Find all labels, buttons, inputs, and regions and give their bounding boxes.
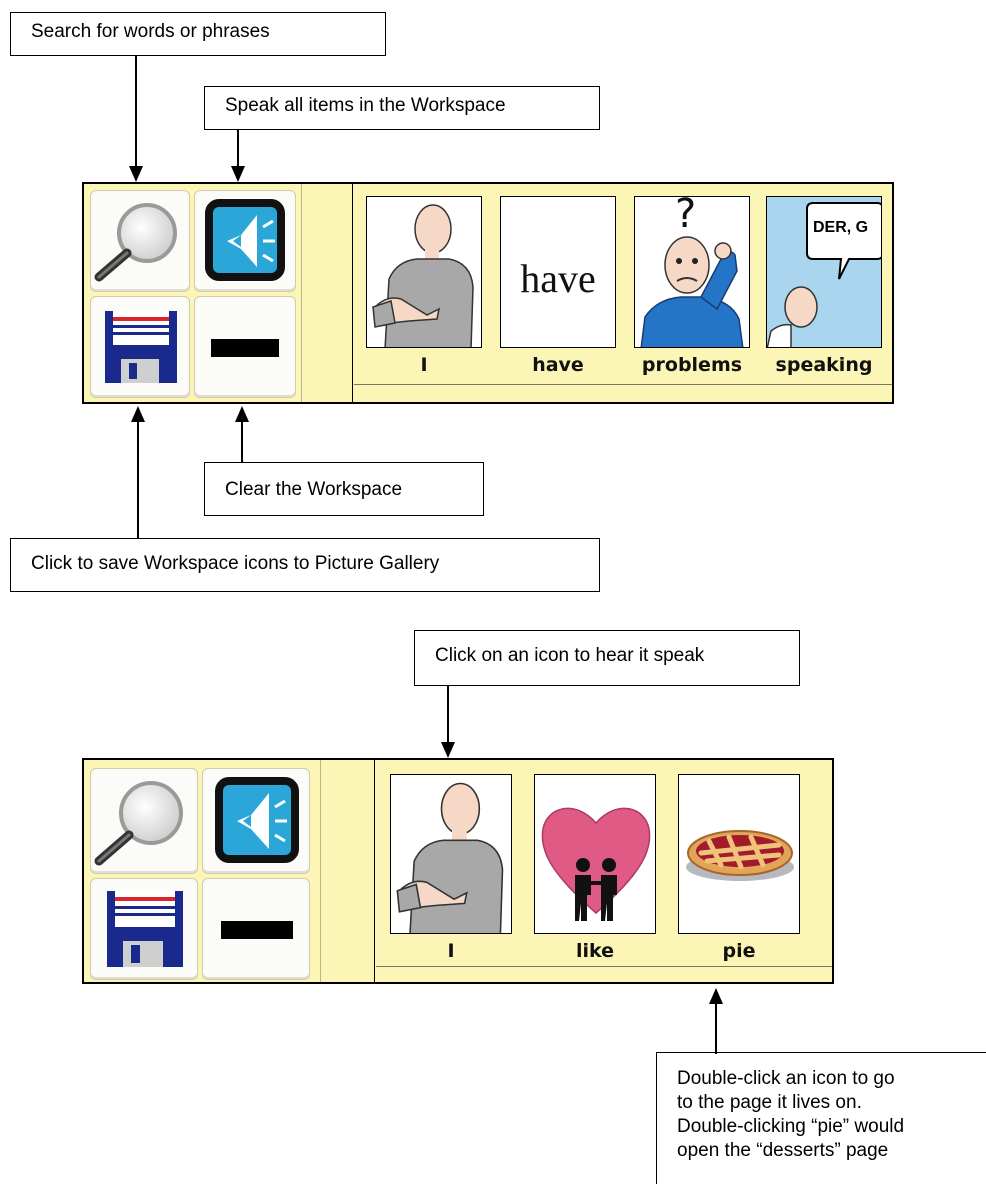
heart-couple-icon [541, 807, 651, 921]
callout-save: Click to save Workspace icons to Picture… [10, 538, 600, 592]
card-label-i-bottom: I [447, 940, 455, 962]
arrow-to-save [131, 406, 145, 538]
double-click-line-3: Double-clicking “pie” would [677, 1116, 905, 1137]
person-pointing-self-icon [396, 782, 504, 933]
callout-search: Search for words or phrases [10, 12, 386, 56]
clear-dash-icon [211, 339, 279, 357]
speak-all-button[interactable] [194, 190, 296, 292]
save-button[interactable] [90, 296, 190, 398]
double-click-line-4: open the “desserts” page [677, 1140, 889, 1161]
symbol-card-problems[interactable]: ? [634, 196, 750, 348]
speaker-icon [205, 199, 285, 281]
question-mark-glyph: ? [675, 196, 697, 237]
arrow-to-search [129, 56, 143, 182]
person-pointing-self-icon [372, 204, 474, 347]
callout-double-click: Double-click an icon to go to the page i… [656, 1052, 986, 1184]
double-click-line-2: to the page it lives on. [677, 1092, 862, 1113]
speaker-icon [215, 777, 299, 863]
card-label-speaking: speaking [775, 354, 873, 376]
workspace-panel-bottom: I like pie [82, 758, 834, 984]
callout-speak-all: Speak all items in the Workspace [204, 86, 600, 130]
workspace-panel-top: I have have ? problems DER, G speaking [82, 182, 894, 404]
symbol-card-pie[interactable] [678, 774, 800, 934]
clear-button-bottom[interactable] [202, 878, 310, 980]
search-button[interactable] [90, 190, 190, 292]
card-label-pie: pie [722, 940, 756, 962]
card-label-problems: problems [641, 354, 743, 376]
symbol-card-i-bottom[interactable] [390, 774, 512, 934]
callout-clear: Clear the Workspace [204, 462, 484, 516]
pie-icon [686, 830, 794, 881]
symbol-card-i[interactable] [366, 196, 482, 348]
magnifier-icon [94, 781, 183, 866]
speak-all-button-bottom[interactable] [202, 768, 310, 874]
symbol-card-speaking[interactable]: DER, G [766, 196, 882, 348]
clear-dash-icon [221, 921, 293, 939]
card-word-have: have [520, 256, 596, 301]
speech-bubble-text: DER, G [813, 219, 869, 236]
arrow-to-pie [709, 988, 723, 1054]
double-click-line-1: Double-click an icon to go [677, 1068, 895, 1089]
floppy-disk-icon [105, 311, 177, 383]
callout-click-icon: Click on an icon to hear it speak [414, 630, 800, 686]
search-button-bottom[interactable] [90, 768, 198, 874]
save-button-bottom[interactable] [90, 878, 198, 980]
card-label-like: like [575, 940, 615, 962]
symbol-card-have[interactable]: have [500, 196, 616, 348]
arrow-to-speak [231, 130, 245, 182]
card-label-i: I [420, 354, 428, 376]
clear-button[interactable] [194, 296, 296, 398]
symbol-card-like[interactable] [534, 774, 656, 934]
magnifier-icon [94, 203, 177, 282]
arrow-to-clear [235, 406, 249, 462]
arrow-to-card [441, 686, 455, 758]
floppy-disk-icon [107, 891, 183, 967]
card-label-have: have [532, 354, 584, 376]
